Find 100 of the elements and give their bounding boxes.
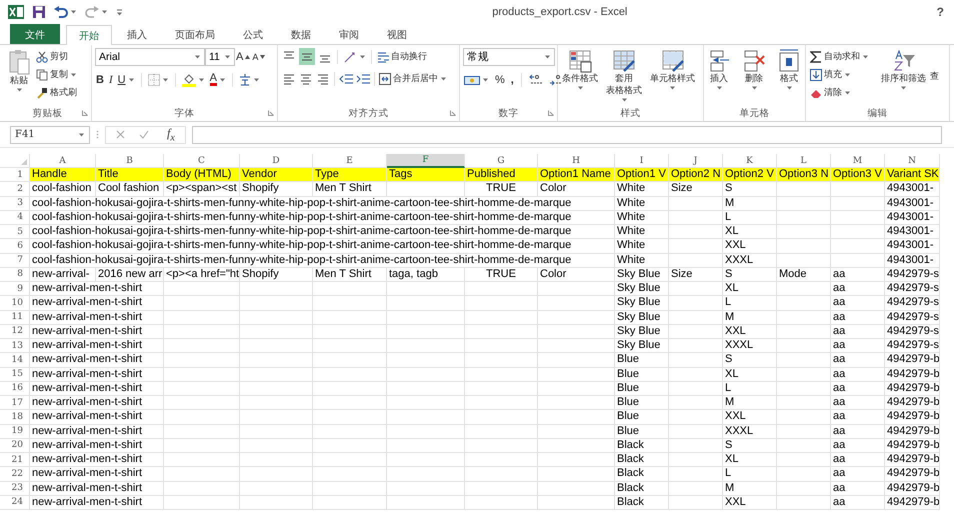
clipboard-icon xyxy=(8,49,30,75)
table-cell: new-arrival-men-t-shirt xyxy=(32,296,142,310)
merge-center-button[interactable]: 合并后居中 xyxy=(378,70,448,87)
sort-filter-button[interactable]: 排序和筛选 xyxy=(880,48,927,91)
phonetic-guide-button[interactable] xyxy=(238,71,261,88)
customize-icon xyxy=(116,8,123,16)
row-number: 5 xyxy=(0,225,30,240)
number-format-dropdown[interactable]: 常规 xyxy=(463,48,555,66)
font-color-button[interactable]: A xyxy=(208,71,227,88)
table-cell: XL xyxy=(725,368,738,380)
caret-icon xyxy=(101,10,108,14)
undo-button[interactable] xyxy=(54,6,77,18)
row-number: 7 xyxy=(0,254,30,268)
table-cell: 4942979-s xyxy=(887,296,939,310)
conditional-formatting-button[interactable]: 条件格式 xyxy=(561,48,599,91)
column-title: Option3 N xyxy=(779,168,829,181)
undo-icon xyxy=(54,6,68,18)
table-cell: new-arrival-men-t-shirt xyxy=(32,324,142,338)
font-name-dropdown[interactable]: Arial xyxy=(95,48,205,66)
table-cell: cool-fashion-hokusai-gojira-t-shirts-men-funny-white-hip-pop-t-shirt-anime-cartoon-tee-shirt-homme-de-marque xyxy=(32,225,572,238)
table-cell: aa xyxy=(833,453,846,466)
decrease-font-size-button[interactable]: A xyxy=(251,48,266,66)
table-cell: Blue xyxy=(617,353,640,366)
bold-button[interactable]: B xyxy=(95,71,105,88)
spreadsheet-app-icon xyxy=(8,5,24,19)
font-size-dropdown[interactable]: 11 xyxy=(205,48,235,66)
delete-cells-button[interactable]: 删除 xyxy=(741,48,767,91)
increase-font-size-button[interactable]: A xyxy=(235,48,252,66)
copy-button[interactable]: 复制 xyxy=(35,66,78,83)
find-select-button[interactable]: 查 xyxy=(929,68,940,85)
ribbon-tab[interactable]: 插入 xyxy=(114,24,160,44)
align-left-icon xyxy=(282,72,296,86)
table-cell: Blue xyxy=(617,382,640,395)
cell-styles-button[interactable]: 单元格样式 xyxy=(649,48,696,91)
row-number: 10 xyxy=(0,296,30,310)
autosum-button[interactable]: 自动求和 xyxy=(809,48,870,65)
table-cell: 4943001- xyxy=(887,225,934,238)
caret-icon xyxy=(669,86,676,90)
format-painter-button[interactable]: 格式刷 xyxy=(35,84,78,101)
customize-toolbar-button[interactable] xyxy=(116,8,123,16)
table-cell: L xyxy=(725,382,732,395)
table-cell: new-arrival-men-t-shirt xyxy=(32,482,142,494)
formula-input-field[interactable] xyxy=(192,126,942,144)
caret-icon xyxy=(218,78,226,82)
scissors-icon xyxy=(36,50,48,62)
fill-down-icon xyxy=(810,68,822,80)
table-cell: new-arrival-men-t-shirt xyxy=(32,368,142,380)
borders-button[interactable] xyxy=(146,71,170,88)
table-cell: 2016 new arri xyxy=(98,268,163,281)
ribbon-tab[interactable]: 数据 xyxy=(278,24,324,44)
table-cell: XXL xyxy=(725,410,746,424)
paste-button[interactable]: 粘贴 xyxy=(7,48,31,93)
redo-button[interactable] xyxy=(85,6,108,18)
table-cell: White xyxy=(617,225,646,238)
fill-button[interactable]: 填充 xyxy=(809,66,870,83)
clear-button[interactable]: 清除 xyxy=(809,84,870,101)
table-cell: aa xyxy=(833,324,846,338)
table-cell: new-arrival-men-t-shirt xyxy=(32,353,142,366)
row-number: 22 xyxy=(0,467,30,482)
table-cell: 4942979-s xyxy=(887,339,939,352)
caret-icon xyxy=(70,72,77,76)
text-angle-icon xyxy=(343,50,357,62)
insert-function-button[interactable]: f$_{x}$ xyxy=(163,126,179,144)
table-cell: Sky Blue xyxy=(617,339,660,352)
format-cells-button[interactable]: 格式 xyxy=(777,48,801,91)
insert-cells-button[interactable]: 插入 xyxy=(707,48,731,91)
ribbon-tab[interactable]: 审阅 xyxy=(326,24,372,44)
column-title: Body (HTML) xyxy=(166,168,232,181)
caret-icon xyxy=(78,132,85,136)
table-cell: White xyxy=(617,254,646,266)
comma-style-button[interactable]: , xyxy=(510,71,515,88)
table-cell: 4942979-b xyxy=(887,424,939,438)
caret-up-icon xyxy=(245,55,250,59)
group-label: 剪贴板 xyxy=(32,106,62,120)
percent-style-button[interactable]: % xyxy=(494,71,506,88)
format-as-table-button[interactable]: 套用 表格格式 xyxy=(605,48,643,103)
ribbon-tab[interactable]: 视图 xyxy=(374,24,420,44)
caret-icon xyxy=(844,90,851,94)
align-button[interactable] xyxy=(299,48,315,65)
row-number: 24 xyxy=(0,496,30,510)
help-button[interactable]: ? xyxy=(936,5,944,19)
indent-icon xyxy=(356,72,370,84)
table-cell: taga, tagb xyxy=(389,268,438,281)
column-header[interactable]: F xyxy=(387,154,465,168)
select-all-icon xyxy=(21,159,27,165)
table-cell: TRUE xyxy=(486,182,516,196)
underline-button[interactable]: U xyxy=(116,71,136,88)
italic-button[interactable]: I xyxy=(108,71,114,88)
cut-button[interactable]: 剪切 xyxy=(35,48,78,65)
ribbon-tab[interactable]: 公式 xyxy=(230,24,276,44)
table-cell: Black xyxy=(617,467,644,480)
row-number: 18 xyxy=(0,410,30,424)
ribbon-tab[interactable]: 开始 xyxy=(66,25,112,45)
table-cell: Black xyxy=(617,496,644,509)
name-box[interactable]: F41 xyxy=(10,126,90,144)
group-label: 样式 xyxy=(620,106,640,120)
wrap-text-button[interactable]: 自动换行 xyxy=(376,48,428,65)
file-tab[interactable]: 文件 xyxy=(10,24,60,44)
ribbon-tab[interactable]: 页面布局 xyxy=(162,24,228,44)
save-button[interactable] xyxy=(32,5,46,19)
